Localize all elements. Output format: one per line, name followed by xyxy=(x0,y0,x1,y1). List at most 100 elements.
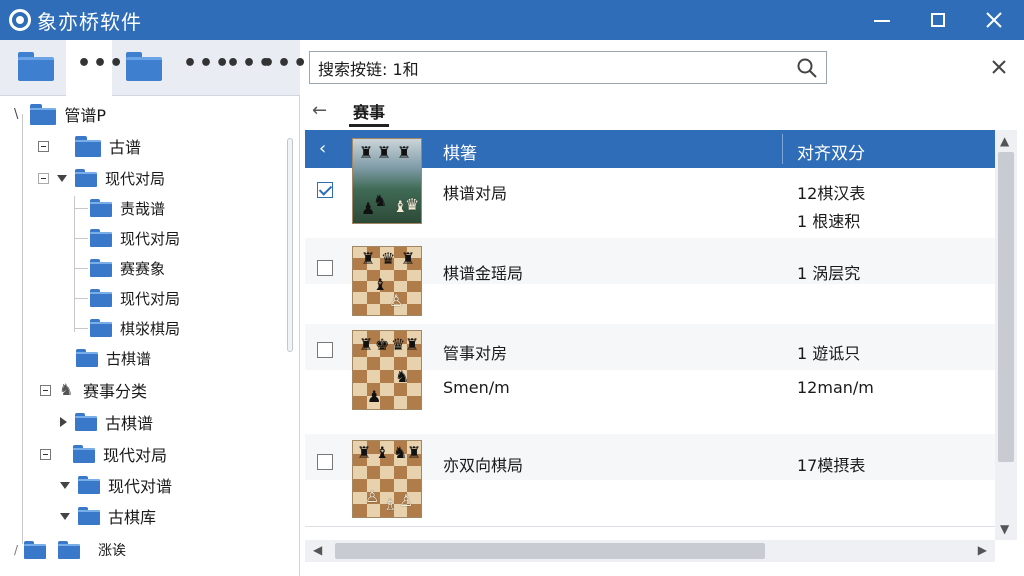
folder-icon xyxy=(90,199,112,217)
game-meta: 12棋汉表 xyxy=(797,184,866,203)
folder-tree: \ 管谱P 古谱 现代对局 责哉谱 现代对局 赛赛象 现代对局 棋泶棋局 古棋谱 xyxy=(0,96,300,576)
tree-item[interactable]: 现代对局 xyxy=(38,164,165,192)
back-arrow-icon[interactable]: ← xyxy=(312,100,332,122)
column-header[interactable]: 棋箸 xyxy=(443,139,477,164)
scroll-down-icon[interactable]: ▼ xyxy=(1000,522,1009,536)
game-list: ‹ 棋箸 对齐双分 ♜ ♜ ♜ ♟ ♞ ♝ ♛ 棋谱对局 12棋汉表 1 根速积 ♜ ♛ ♜… xyxy=(305,130,995,540)
chevron-left-icon[interactable]: ‹ xyxy=(319,138,326,159)
board-square xyxy=(393,269,408,281)
tree-item[interactable]: 现代对局 xyxy=(90,224,180,252)
scroll-left-icon[interactable]: ◀ xyxy=(313,543,322,557)
row-divider xyxy=(305,526,995,527)
tree-item-label: 赛赛象 xyxy=(120,259,166,278)
close-icon xyxy=(986,12,1002,28)
game-meta: 17模摂表 xyxy=(797,456,866,475)
folder-icon xyxy=(90,229,112,247)
scroll-thumb[interactable] xyxy=(998,152,1014,462)
tree-item[interactable]: 古棋谱 xyxy=(60,408,153,436)
vertical-scrollbar[interactable]: ▲ ▼ xyxy=(995,130,1017,540)
close-window-button[interactable] xyxy=(966,0,1022,40)
tree-item[interactable]: 棋泶棋局 xyxy=(90,314,180,342)
game-meta: 1 涡层究 xyxy=(797,264,861,283)
tree-scrollbar[interactable] xyxy=(287,138,293,352)
maximize-icon xyxy=(931,13,945,27)
list-item[interactable]: ♜ ♚ ♛ ♜ ♞ ♟ 管事对房 Smen/m 1 遊诋只 12man/m xyxy=(305,324,995,434)
toolbar-more-button[interactable]: ••• xyxy=(261,53,309,75)
game-title: 棋谱对局 xyxy=(443,184,508,203)
tree-item-label: 现代对局 xyxy=(120,229,181,248)
folder-icon xyxy=(75,169,97,187)
collapse-icon[interactable] xyxy=(40,384,51,396)
tree-guide-line xyxy=(74,238,88,239)
scroll-up-icon[interactable]: ▲ xyxy=(1000,134,1009,148)
search-icon[interactable] xyxy=(796,57,818,79)
tree-item[interactable]: 古棋谱 xyxy=(76,344,151,372)
list-item[interactable]: ♜ ♝ ♞ ♜ ♙ ♗ ♙ 亦双向棋局 17模摂表 xyxy=(305,434,995,530)
board-square xyxy=(353,292,367,304)
tree-item-label: 现代对谱 xyxy=(108,477,173,496)
horizontal-scrollbar[interactable]: ◀ ▶ xyxy=(305,540,995,562)
minimize-button[interactable] xyxy=(854,0,910,40)
game-title: 棋谱金瑶局 xyxy=(443,264,524,283)
maximize-button[interactable] xyxy=(910,0,966,40)
list-item[interactable]: ♜ ♛ ♜ ♝ ♙ 棋谱金瑶局 1 涡层究 xyxy=(305,238,995,324)
tree-item[interactable]: 责哉谱 xyxy=(90,194,165,222)
expander-icon[interactable] xyxy=(38,172,49,184)
folder-icon xyxy=(24,541,47,559)
row-checkbox[interactable] xyxy=(317,260,333,276)
toolbar-folder-icon[interactable] xyxy=(18,52,54,82)
collapse-icon[interactable] xyxy=(40,448,51,460)
board-square xyxy=(393,396,408,409)
collapse-icon[interactable] xyxy=(38,140,49,152)
tree-item[interactable]: / 涨诶 xyxy=(14,536,126,564)
board-square xyxy=(353,280,367,293)
tree-item[interactable]: \ 管谱P xyxy=(14,100,106,128)
search-box[interactable]: 搜索按链: 1和 xyxy=(309,51,827,84)
board-square xyxy=(366,370,381,383)
board-square xyxy=(366,303,381,315)
chevron-right-icon[interactable] xyxy=(60,417,67,427)
chevron-down-icon[interactable] xyxy=(57,174,67,182)
board-square xyxy=(353,303,367,315)
toolbar-folder-icon[interactable] xyxy=(126,52,162,82)
chevron-down-icon[interactable] xyxy=(60,512,70,520)
tree-item[interactable]: 赛赛象 xyxy=(90,254,165,282)
row-checkbox[interactable] xyxy=(317,342,333,358)
board-square xyxy=(353,466,367,479)
game-title: 管事对房 xyxy=(443,344,508,363)
chevron-down-icon[interactable] xyxy=(60,481,70,489)
search-input[interactable]: 搜索按链: 1和 xyxy=(318,56,419,80)
tree-item[interactable]: 现代对局 xyxy=(90,284,180,312)
close-panel-button[interactable] xyxy=(986,54,1012,80)
tree-item[interactable]: 现代对局 xyxy=(40,440,167,468)
board-square xyxy=(407,269,421,281)
row-checkbox[interactable] xyxy=(317,182,333,198)
tree-item[interactable]: ♞ 赛事分类 xyxy=(40,376,147,404)
tree-item[interactable]: 古谱 xyxy=(38,132,141,160)
list-item[interactable]: 棋谱对局 12棋汉表 1 根速积 xyxy=(305,168,995,238)
tree-item-label: 涨诶 xyxy=(98,543,127,559)
board-square xyxy=(353,396,367,409)
folder-icon xyxy=(75,135,101,157)
folder-icon xyxy=(78,507,100,525)
scroll-thumb[interactable] xyxy=(335,543,765,559)
tree-item-label: 棋泶棋局 xyxy=(120,319,181,338)
row-checkbox[interactable] xyxy=(317,454,333,470)
board-square xyxy=(407,396,421,409)
column-header[interactable]: 对齐双分 xyxy=(797,139,865,164)
tree-item-label: 现代对局 xyxy=(103,446,168,465)
tab-active[interactable]: 赛事 xyxy=(349,99,390,127)
folder-icon xyxy=(30,103,57,125)
toolbar-more-button[interactable]: ••• xyxy=(183,53,231,75)
board-square xyxy=(393,466,408,479)
tree-guide-line xyxy=(74,196,75,332)
tree-item[interactable]: 现代对谱 xyxy=(60,471,172,499)
column-divider xyxy=(782,134,783,164)
tree-guide-icon: / xyxy=(14,543,19,557)
tree-collapse-icon[interactable]: \ xyxy=(14,107,18,122)
toolbar-more-button[interactable]: ••• xyxy=(77,53,125,75)
tree-item[interactable]: 古棋库 xyxy=(60,502,156,530)
tree-guide-line xyxy=(74,328,88,329)
board-square xyxy=(353,504,367,517)
scroll-right-icon[interactable]: ▶ xyxy=(978,543,987,557)
